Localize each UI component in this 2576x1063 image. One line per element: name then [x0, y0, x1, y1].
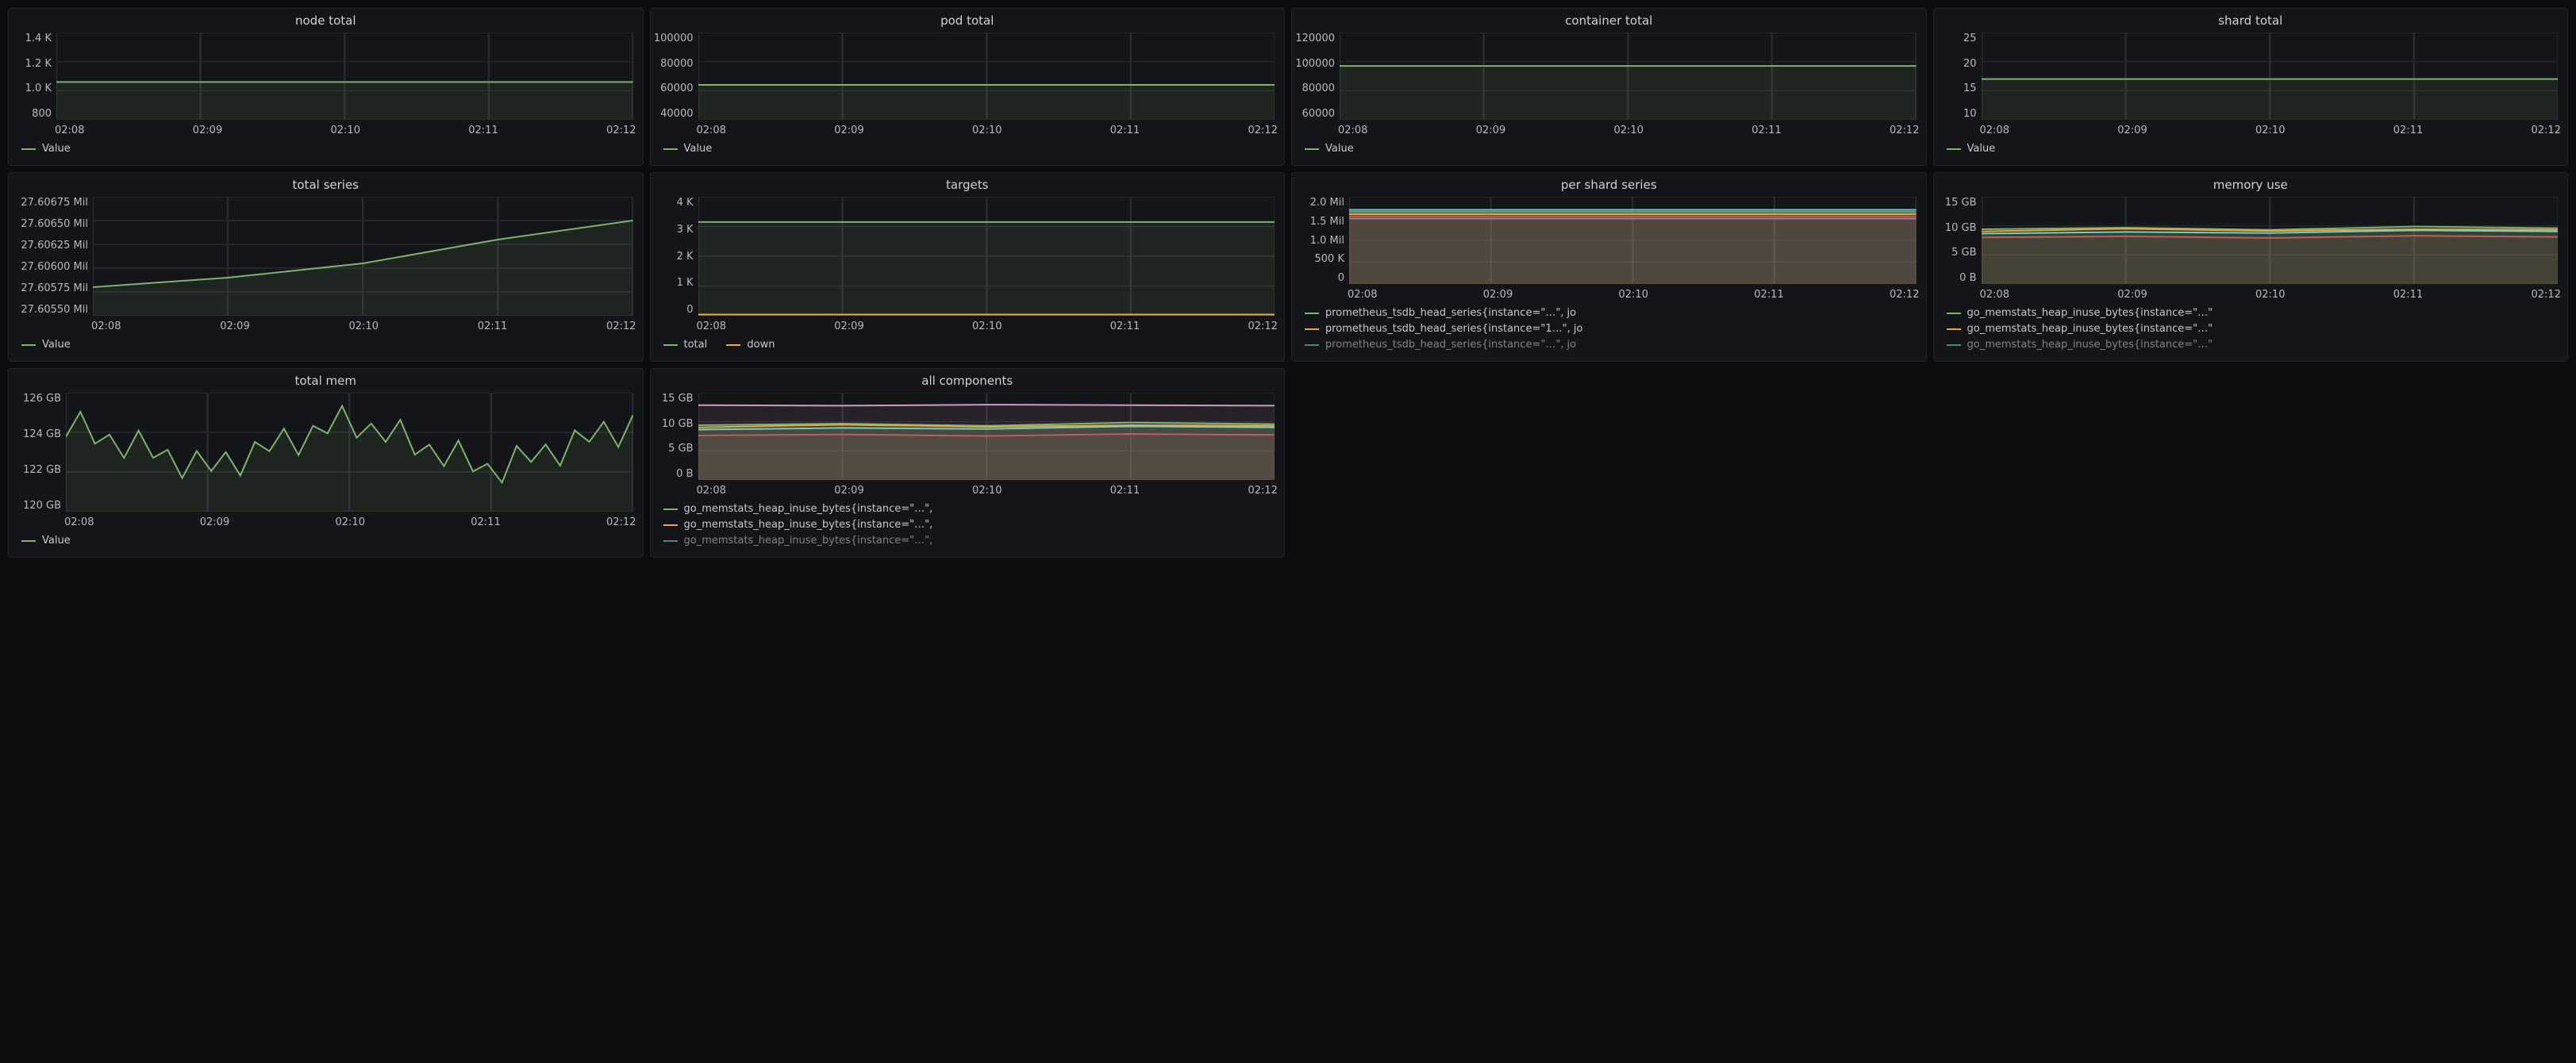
- y-axis: 120000 100000 80000 60000: [1295, 33, 1340, 120]
- x-axis: 02:0802:0902:1002:1102:12: [1292, 286, 1926, 302]
- panel-node-total[interactable]: node total 1.4 K 1.2 K 1.0 K 800 02:0802…: [8, 8, 644, 166]
- legend: prometheus_tsdb_head_series{instance="…"…: [1292, 302, 1926, 361]
- legend: Value: [9, 138, 643, 165]
- panel-total-series[interactable]: total series 27.60675 Mil 27.60650 Mil 2…: [8, 172, 644, 362]
- x-axis: 02:0802:0902:1002:1102:12: [9, 121, 643, 138]
- y-axis: 15 GB 10 GB 5 GB 0 B: [1937, 197, 1982, 284]
- panel-title: container total: [1292, 9, 1926, 28]
- legend: Value: [9, 334, 643, 361]
- legend: total down: [651, 334, 1285, 361]
- legend: go_memstats_heap_inuse_bytes{instance="……: [1934, 302, 2568, 361]
- panel-title: memory use: [1934, 173, 2568, 192]
- panel-per-shard-series[interactable]: per shard series 2.0 Mil 1.5 Mil 1.0 Mil…: [1291, 172, 1927, 362]
- panel-title: shard total: [1934, 9, 2568, 28]
- plot-area[interactable]: [698, 393, 1275, 480]
- panel-targets[interactable]: targets 4 K 3 K 2 K 1 K 0 02:0802:0902:1…: [650, 172, 1286, 362]
- x-axis: 02:0802:0902:1002:1102:12: [9, 513, 643, 530]
- x-axis: 02:0802:0902:1002:1102:12: [1934, 286, 2568, 302]
- x-axis: 02:0802:0902:1002:1102:12: [651, 317, 1285, 334]
- plot-area[interactable]: [1982, 197, 2559, 284]
- dashboard-grid: node total 1.4 K 1.2 K 1.0 K 800 02:0802…: [0, 0, 2576, 566]
- panel-title: targets: [651, 173, 1285, 192]
- y-axis: 100000 80000 60000 40000: [654, 33, 698, 120]
- panel-container-total[interactable]: container total 120000 100000 80000 6000…: [1291, 8, 1927, 166]
- plot-area[interactable]: [1982, 33, 2559, 120]
- plot-area[interactable]: [93, 197, 633, 316]
- y-axis: 27.60675 Mil 27.60650 Mil 27.60625 Mil 2…: [12, 197, 93, 316]
- x-axis: 02:0802:0902:1002:1102:12: [651, 121, 1285, 138]
- plot-area[interactable]: [1349, 197, 1917, 284]
- x-axis: 02:0802:0902:1002:1102:12: [1292, 121, 1926, 138]
- panel-all-components[interactable]: all components 15 GB 10 GB 5 GB 0 B 02:0…: [650, 368, 1286, 558]
- y-axis: 2.0 Mil 1.5 Mil 1.0 Mil 500 K 0: [1295, 197, 1349, 284]
- plot-area[interactable]: [698, 33, 1275, 120]
- panel-title: node total: [9, 9, 643, 28]
- legend: Value: [9, 530, 643, 557]
- y-axis: 4 K 3 K 2 K 1 K 0: [654, 197, 698, 316]
- plot-area[interactable]: [1340, 33, 1917, 120]
- panel-total-mem[interactable]: total mem 126 GB 124 GB 122 GB 120 GB 02…: [8, 368, 644, 558]
- plot-area[interactable]: [66, 393, 633, 512]
- x-axis: 02:0802:0902:1002:1102:12: [651, 482, 1285, 498]
- y-axis: 15 GB 10 GB 5 GB 0 B: [654, 393, 698, 480]
- legend: Value: [1292, 138, 1926, 165]
- panel-title: pod total: [651, 9, 1285, 28]
- panel-title: total series: [9, 173, 643, 192]
- plot-area[interactable]: [56, 33, 633, 120]
- panel-title: total mem: [9, 369, 643, 388]
- panel-pod-total[interactable]: pod total 100000 80000 60000 40000 02:08…: [650, 8, 1286, 166]
- panel-title: all components: [651, 369, 1285, 388]
- panel-title: per shard series: [1292, 173, 1926, 192]
- panel-shard-total[interactable]: shard total 25 20 15 10 02:0802:0902:100…: [1933, 8, 2569, 166]
- legend: Value: [1934, 138, 2568, 165]
- plot-area[interactable]: [698, 197, 1275, 316]
- x-axis: 02:0802:0902:1002:1102:12: [1934, 121, 2568, 138]
- panel-memory-use[interactable]: memory use 15 GB 10 GB 5 GB 0 B 02:0802:…: [1933, 172, 2569, 362]
- y-axis: 1.4 K 1.2 K 1.0 K 800: [12, 33, 56, 120]
- legend: go_memstats_heap_inuse_bytes{instance="……: [651, 498, 1285, 557]
- x-axis: 02:0802:0902:1002:1102:12: [9, 317, 643, 334]
- y-axis: 25 20 15 10: [1937, 33, 1982, 120]
- y-axis: 126 GB 124 GB 122 GB 120 GB: [12, 393, 66, 512]
- legend: Value: [651, 138, 1285, 165]
